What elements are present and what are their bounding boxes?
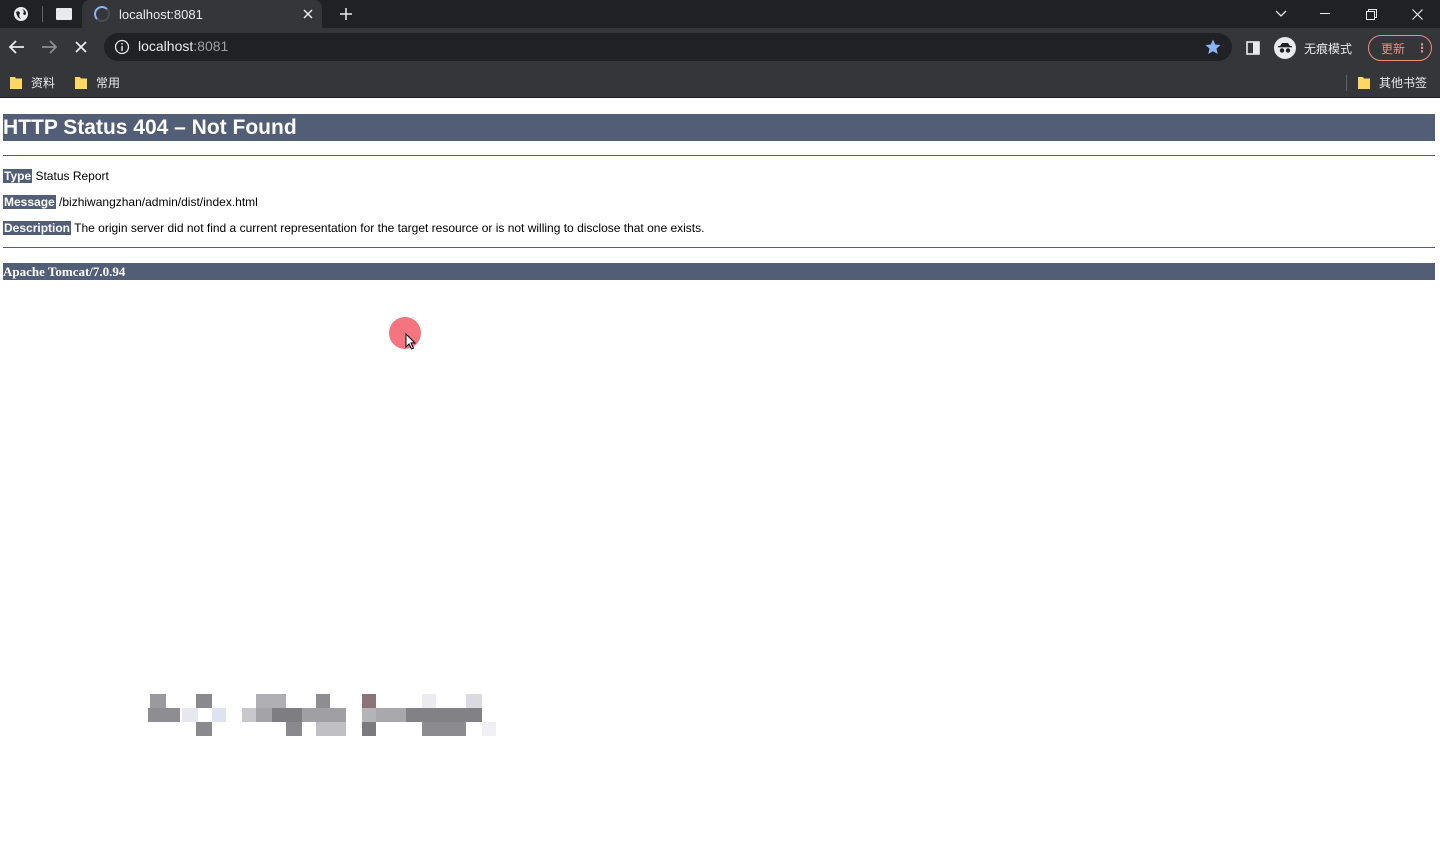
address-bar[interactable]: localhost:8081 [104,33,1232,61]
more-menu-icon[interactable]: ⋮ [1413,41,1431,55]
page-title: HTTP Status 404 – Not Found [3,114,1435,141]
server-footer: Apache Tomcat/7.0.94 [3,263,1435,280]
folder-icon [10,76,22,89]
tab-title: localhost:8081 [119,6,203,22]
url-port: :8081 [193,38,229,54]
type-row: Type Status Report [3,168,109,184]
description-value: The origin server did not find a current… [74,221,705,235]
incognito-icon [1274,37,1296,59]
other-bookmarks-label: 其他书签 [1379,75,1428,90]
forward-arrow-icon[interactable] [35,33,63,61]
folder-icon [1358,76,1370,89]
bookmarks-bar: 资料 常用 其他书签 [0,66,1440,98]
divider [3,155,1435,156]
description-row: Description The origin server did not fi… [3,220,704,236]
site-info-icon[interactable] [114,39,130,55]
divider [3,247,1435,248]
loading-spinner-icon [94,6,110,22]
window-controls [1302,0,1440,28]
bookmark-label: 常用 [96,75,121,90]
message-value: /bizhiwangzhan/admin/dist/index.html [59,195,258,209]
incognito-label: 无痕模式 [1304,41,1353,56]
bookmarks-separator [1346,75,1347,91]
url-host: localhost [138,38,194,54]
new-tab-button[interactable] [334,2,358,26]
pixelated-watermark [148,694,496,736]
message-label: Message [3,195,56,209]
back-arrow-icon[interactable] [3,33,31,61]
mouse-cursor-icon [389,317,421,350]
message-row: Message /bizhiwangzhan/admin/dist/index.… [3,194,258,210]
tab-search-icon[interactable] [43,0,85,28]
description-label: Description [3,221,72,235]
stop-loading-icon[interactable] [67,33,95,61]
other-bookmarks-folder[interactable]: 其他书签 [1358,72,1427,92]
update-button[interactable]: 更新 ⋮ [1368,35,1432,61]
bookmark-label: 资料 [31,75,56,90]
restore-icon[interactable] [1348,0,1394,28]
bookmark-star-icon[interactable] [1204,38,1222,56]
update-label: 更新 [1381,41,1406,56]
browser-menu-icon[interactable] [0,0,42,28]
bookmark-folder-changyong[interactable]: 常用 [75,72,120,92]
folder-icon [75,76,87,89]
close-window-icon[interactable] [1394,0,1440,28]
minimize-icon[interactable] [1302,0,1348,28]
tab-close-icon[interactable] [294,0,322,28]
side-panel-icon[interactable] [1242,37,1264,59]
incognito-indicator[interactable]: 无痕模式 [1274,35,1352,61]
bookmark-folder-ziliao[interactable]: 资料 [10,72,55,92]
tab-list-chevron-icon[interactable] [1266,0,1296,28]
address-url: localhost:8081 [138,38,228,54]
type-label: Type [3,169,33,183]
type-value: Status Report [35,169,109,183]
tab-active[interactable]: localhost:8081 [82,0,322,28]
